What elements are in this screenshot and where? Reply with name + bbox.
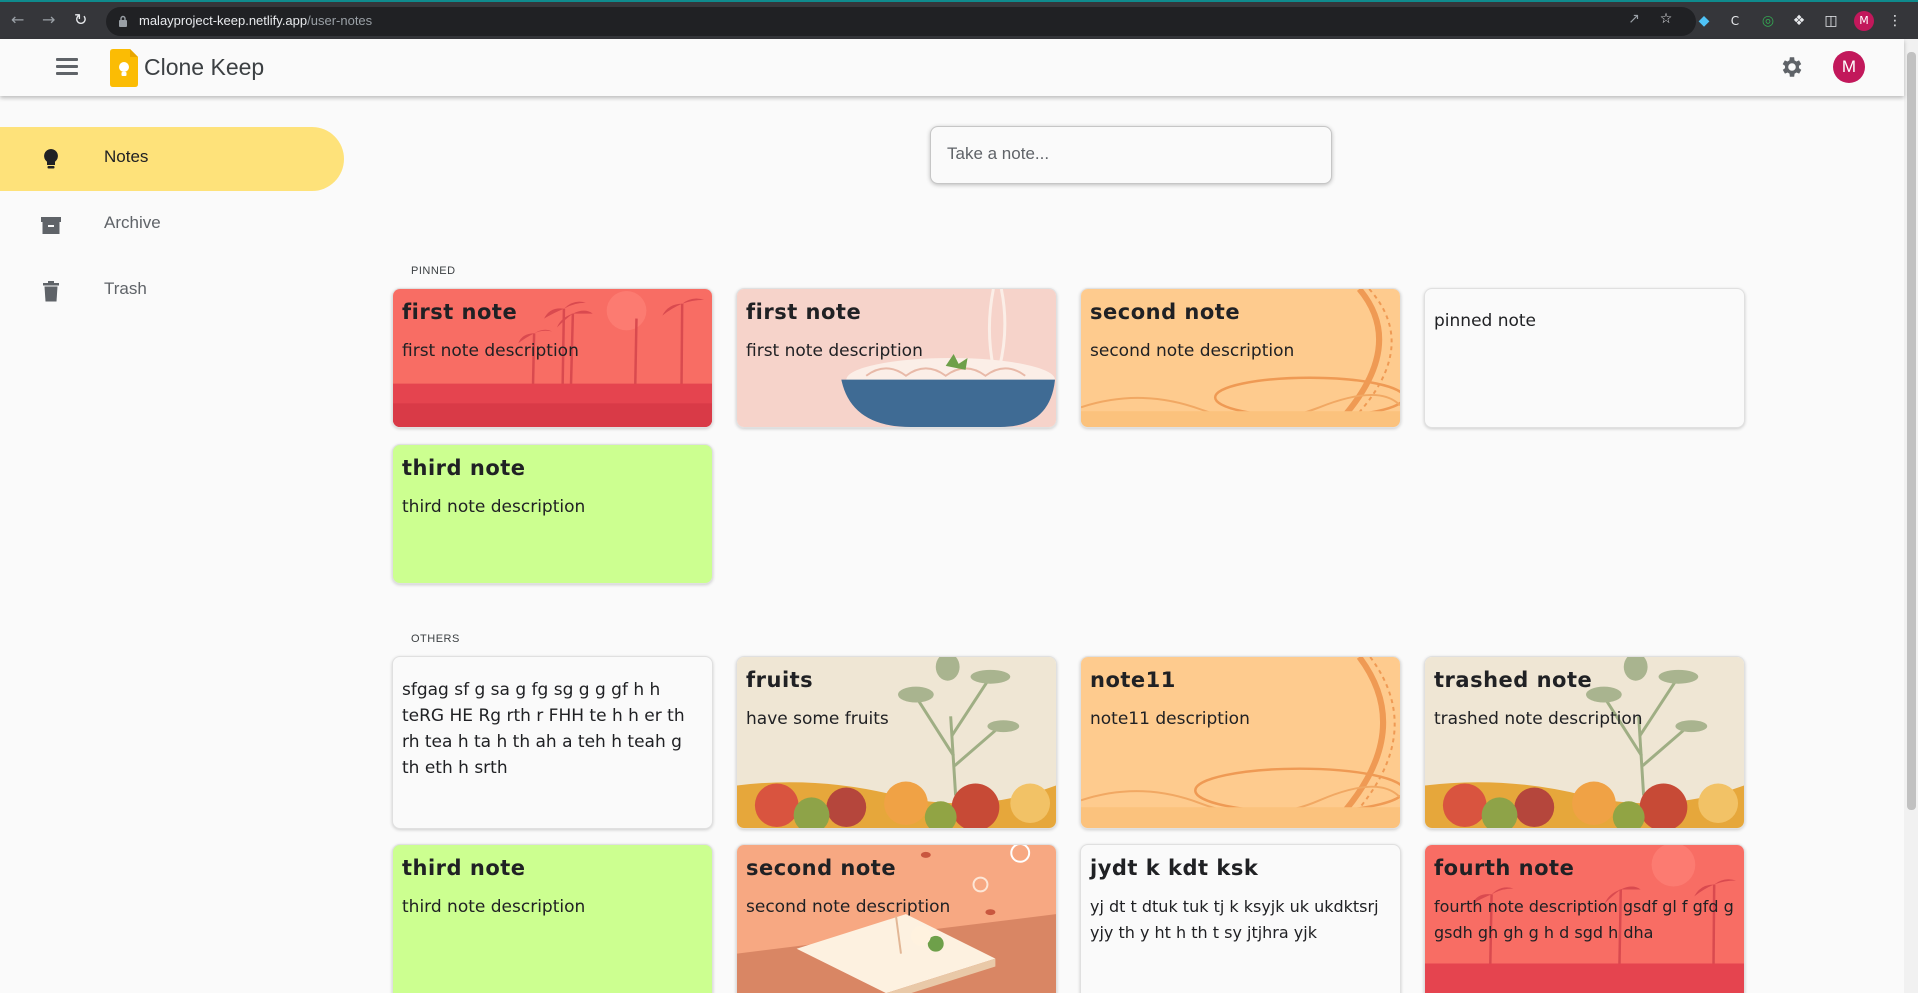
menu-icon[interactable] (56, 58, 78, 76)
lock-icon (119, 15, 127, 27)
lightbulb-icon (44, 149, 58, 169)
note-card[interactable]: note11 note11 description (1080, 656, 1401, 829)
note-title: second note (746, 856, 897, 880)
trash-icon (43, 281, 59, 302)
note-card[interactable]: third note third note description (392, 444, 713, 584)
note-description: first note description (746, 341, 923, 361)
note-description: fourth note description gsdf gl f gfd g … (1434, 897, 1734, 942)
extension-circle-icon[interactable]: ◎ (1759, 12, 1777, 30)
browser-profile-avatar[interactable]: M (1854, 11, 1874, 31)
note-title: fruits (746, 668, 814, 692)
forward-icon[interactable]: → (42, 11, 55, 29)
note-description: sfgag sf g sa g fg sg g g gf h h teRG HE… (402, 680, 685, 778)
scrollbar-thumb[interactable] (1907, 52, 1916, 810)
note-title: trashed note (1434, 668, 1593, 692)
note-card[interactable]: first note first note description (736, 288, 1057, 428)
note-description: third note description (402, 497, 586, 517)
sidebar-item-label: Archive (104, 213, 161, 232)
reload-icon[interactable]: ↻ (74, 11, 87, 29)
note-description: have some fruits (746, 709, 889, 729)
note-title: fourth note (1434, 856, 1575, 880)
take-note-input[interactable]: Take a note... (930, 126, 1332, 184)
note-card[interactable]: second note second note description (736, 844, 1057, 993)
sidebar-item-trash[interactable]: Trash (0, 259, 344, 323)
note-title: third note (402, 456, 526, 480)
note-description: second note description (1090, 341, 1295, 361)
note-card[interactable]: pinned note (1424, 288, 1745, 428)
note-card[interactable]: fourth note fourth note description gsdf… (1424, 844, 1745, 993)
note-description: third note description (402, 897, 586, 917)
note-card[interactable]: trashed note trashed note description (1424, 656, 1745, 829)
share-icon[interactable]: ↗ (1625, 10, 1643, 28)
url-text: malayproject-keep.netlify.app/user-notes (139, 13, 373, 28)
note-card[interactable]: jydt k kdt ksk yj dt t dtuk tuk tj k ksy… (1080, 844, 1401, 993)
sidebar-item-label: Trash (104, 279, 147, 298)
note-title: first note (746, 300, 862, 324)
extensions-puzzle-icon[interactable]: ❖ (1790, 12, 1808, 30)
note-card[interactable]: third note third note description (392, 844, 713, 993)
back-icon[interactable]: ← (11, 11, 24, 29)
note-card[interactable]: second note second note description (1080, 288, 1401, 428)
note-description: second note description (746, 897, 951, 917)
address-bar[interactable]: malayproject-keep.netlify.app/user-notes… (106, 7, 1696, 36)
note-title: third note (402, 856, 526, 880)
extension-c-icon[interactable]: C (1726, 12, 1744, 30)
sidebar-item-label: Notes (104, 147, 149, 166)
note-description: first note description (402, 341, 579, 361)
app-title: Clone Keep (144, 54, 265, 80)
browser-toolbar: ← → ↻ malayproject-keep.netlify.app/user… (0, 0, 1918, 39)
note-description: yj dt t dtuk tuk tj k ksyjk uk ukdktsrj … (1090, 897, 1379, 942)
others-section-label: OTHERS (411, 633, 460, 645)
settings-gear-icon[interactable] (1779, 54, 1805, 80)
extension-gem-icon[interactable]: ◆ (1695, 12, 1713, 30)
note-title: note11 (1090, 668, 1176, 692)
note-description: trashed note description (1434, 709, 1643, 729)
note-card[interactable]: fruits have some fruits (736, 656, 1057, 829)
note-card[interactable]: first note first note description (392, 288, 713, 428)
note-title: second note (1090, 300, 1241, 324)
sidebar-item-notes[interactable]: Notes (0, 127, 344, 191)
note-card[interactable]: sfgag sf g sa g fg sg g g gf h h teRG HE… (392, 656, 713, 829)
archive-icon (41, 217, 61, 234)
browser-menu-icon[interactable]: ⋮ (1886, 12, 1904, 30)
bookmark-star-icon[interactable]: ☆ (1657, 10, 1675, 28)
keep-logo-icon (110, 49, 138, 87)
note-description: pinned note (1434, 311, 1537, 331)
note-title: jydt k kdt ksk (1090, 856, 1259, 880)
app-header: Clone Keep M (0, 39, 1904, 96)
sidebar-item-archive[interactable]: Archive (0, 193, 344, 257)
pinned-section-label: PINNED (411, 265, 456, 277)
note-title: first note (402, 300, 518, 324)
user-avatar[interactable]: M (1833, 51, 1865, 83)
side-panel-icon[interactable]: ◫ (1822, 12, 1840, 30)
note-description: note11 description (1090, 709, 1250, 729)
